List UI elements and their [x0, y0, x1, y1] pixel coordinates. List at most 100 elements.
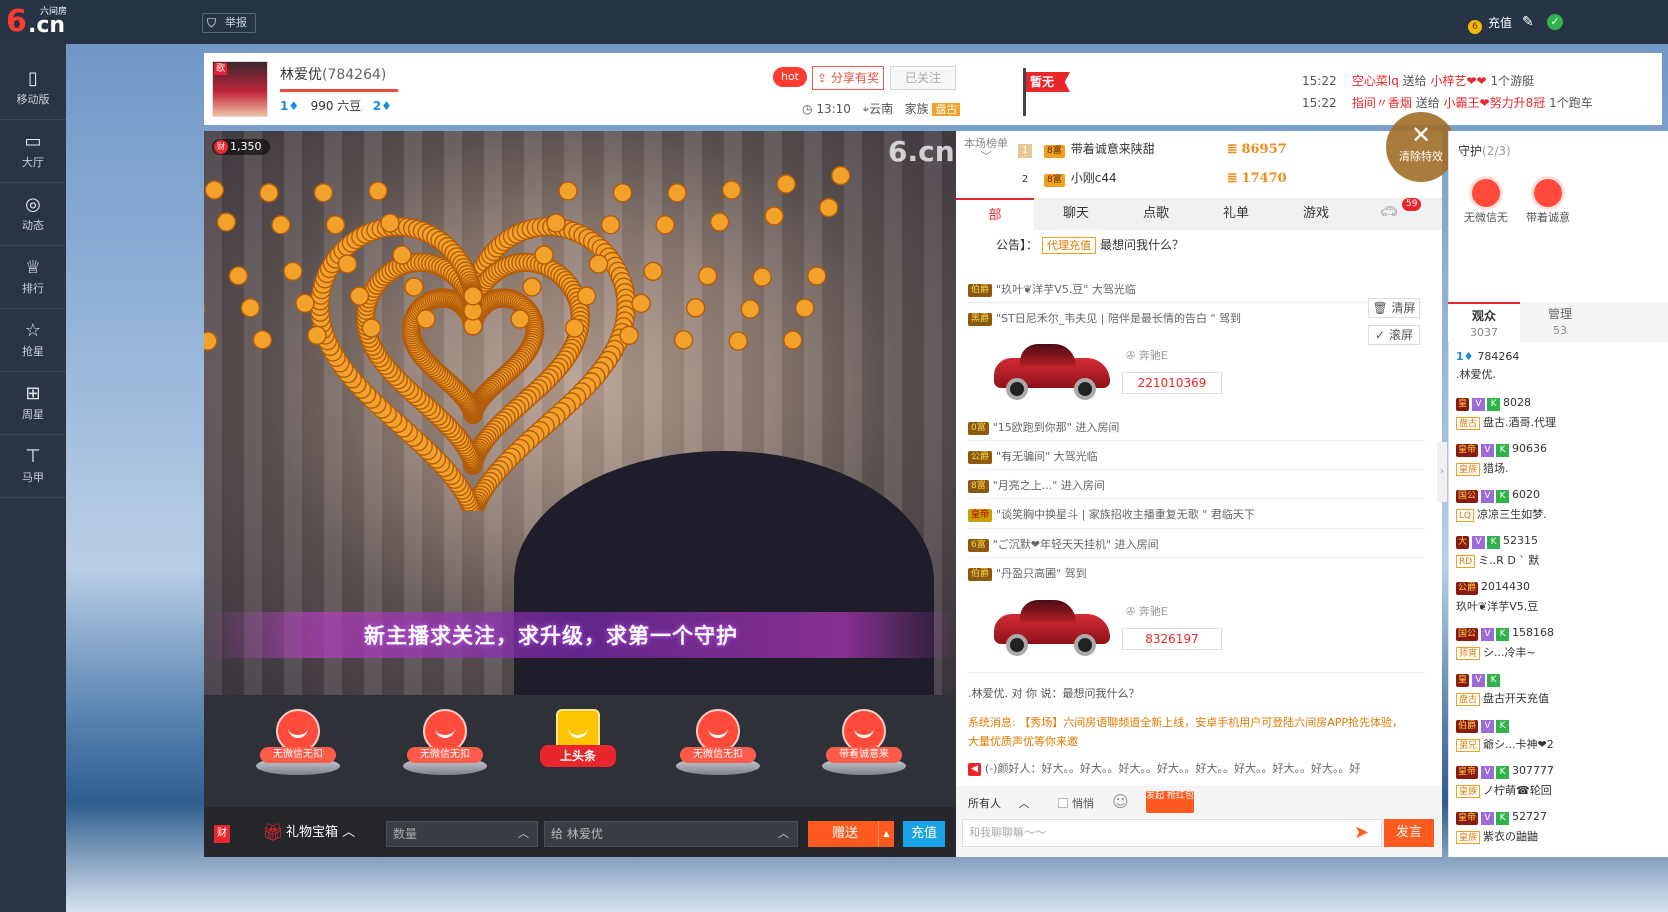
car-owner-id[interactable]: 8326197: [1122, 628, 1222, 650]
caret-up-icon[interactable]: ▲: [878, 821, 894, 847]
car-list-button[interactable]: 🚗︎ 59: [1380, 198, 1426, 224]
report-button[interactable]: ⛉ 举报: [202, 13, 256, 33]
viewer-row[interactable]: 皇 V K 盘古 盘古开天充值: [1456, 672, 1668, 714]
coin-particle: [721, 180, 742, 200]
viewer-row[interactable]: 皇 V K 8028 盘古 盘古.酒哥.代理: [1456, 396, 1668, 438]
viewer-row[interactable]: 皇帝 V K 52727 皇族 紫衣の鼬鼬: [1456, 810, 1668, 852]
guard-item[interactable]: 带着诚意: [1520, 176, 1576, 236]
headline-flag[interactable]: 暂无: [1022, 68, 1072, 118]
divider: [966, 440, 1426, 441]
family-tag[interactable]: 盘古: [932, 103, 961, 116]
shield-icon: ⛉: [207, 16, 217, 30]
collapse-handle[interactable]: ›: [1437, 442, 1447, 502]
avatar[interactable]: 歌: [212, 61, 268, 117]
notice-to[interactable]: 小霸王❤努力升8冠: [1444, 96, 1546, 110]
gift-item[interactable]: 无微信无扣: [250, 703, 346, 795]
check-icon[interactable]: ✓: [1547, 14, 1563, 30]
agent-recharge-tag[interactable]: 代理充值: [1042, 237, 1097, 254]
whisper-checkbox[interactable]: 悄悄: [1058, 795, 1094, 811]
rank-badge: 大: [1456, 536, 1470, 549]
video-coin-count: 1,350: [230, 140, 262, 153]
notice-to[interactable]: 小梓艺❤❤: [1430, 74, 1486, 88]
gift-item[interactable]: 无微信无扣: [670, 703, 766, 795]
coin-particle: [313, 183, 334, 203]
chevron-up-icon[interactable]: ︿: [778, 822, 789, 846]
k-badge-icon: K: [1487, 398, 1501, 411]
notice-from[interactable]: 指间〃香烟: [1352, 96, 1412, 110]
anchor-name-text: 林爱优: [280, 67, 322, 83]
nav-item[interactable]: ▭ 大厅: [0, 121, 66, 183]
viewer-name: 紫衣の鼬鼬: [1483, 830, 1539, 843]
rank-row[interactable]: 2 8富 小刚c44 ≣ 17470: [1018, 169, 1287, 187]
site-logo[interactable]: 6 .cn 六间房: [6, 4, 68, 40]
gift-box-button[interactable]: 🎁︎ 礼物宝箱 ︿: [260, 821, 355, 845]
follow-button[interactable]: 已关注: [890, 66, 956, 90]
recipient-select[interactable]: 给 林爱优 ︿: [544, 821, 798, 847]
scroll-screen-button[interactable]: ✓ 滚屏: [1368, 325, 1420, 345]
nav-item[interactable]: ▯ 移动版: [0, 58, 66, 120]
emoji-icon[interactable]: ☺: [1112, 793, 1130, 811]
viewer-row[interactable]: 公爵 2014430 玖叶❦洋芋V5.豆: [1456, 580, 1668, 622]
chevron-up-icon[interactable]: ︿: [518, 822, 529, 846]
tab-gift-list[interactable]: 礼单: [1196, 198, 1276, 230]
k-badge-icon: K: [1496, 812, 1510, 825]
share-button[interactable]: ⇪ 分享有奖: [812, 66, 884, 90]
notice-from[interactable]: 空心菜lq: [1352, 74, 1399, 88]
viewer-row[interactable]: 大 V K 52315 RD ミ..R D ` 默: [1456, 534, 1668, 576]
car-icon: 🚗︎: [1380, 204, 1398, 220]
nav-item[interactable]: ⊞ 周星: [0, 373, 66, 435]
gift-item[interactable]: 带着诚意来: [816, 703, 912, 795]
nav-item[interactable]: ⊤ 马甲: [0, 436, 66, 498]
audience-select[interactable]: 所有人 ︿: [968, 795, 1029, 811]
vip-icon: V: [1481, 720, 1495, 733]
coin-particle: [228, 266, 249, 286]
nav-item[interactable]: ♕ 排行: [0, 247, 66, 309]
viewer-row[interactable]: 皇帝 V K 90636 皇族 猎场.: [1456, 442, 1668, 484]
edit-icon[interactable]: ✎: [1522, 14, 1538, 30]
nav-item[interactable]: ◎ 动态: [0, 184, 66, 246]
recharge-button[interactable]: 充值: [903, 821, 945, 847]
checkbox[interactable]: [1058, 798, 1068, 808]
wealth-icon[interactable]: 财: [214, 825, 230, 843]
anchor-time: 13:10: [816, 102, 851, 116]
coin-particle: [655, 215, 675, 235]
chat-input[interactable]: 和我聊聊嘛～～: [962, 819, 1382, 847]
viewer-row[interactable]: 国公 V K 6020 LQ 凉凉三生如梦.: [1456, 488, 1668, 530]
guard-item[interactable]: 无微信无: [1458, 176, 1514, 236]
chat-message: 伯爵 "丹盈只高圃" 驾到: [968, 565, 1087, 581]
logo-six: 6: [6, 4, 27, 39]
anchor-name[interactable]: 林爱优(784264): [280, 64, 386, 84]
send-button[interactable]: 发言: [1384, 819, 1434, 847]
nav-item[interactable]: ☆ 抢星: [0, 310, 66, 372]
rank-toggle[interactable]: 本场榜单 ﹀: [962, 137, 1010, 181]
rank-row[interactable]: 1 8富 带着诚意来陕甜 ≣ 86957: [1018, 140, 1287, 158]
tab-songs[interactable]: 点歌: [1116, 198, 1196, 230]
viewer-row[interactable]: 伯爵 V K 弟兄 爺シ...卡神❤2: [1456, 718, 1668, 760]
paper-plane-icon[interactable]: ➤: [1354, 823, 1374, 843]
quantity-input[interactable]: 数量 ︿: [386, 821, 538, 847]
compass-icon: ◎: [25, 194, 41, 215]
tab-chat[interactable]: 聊天: [1036, 198, 1116, 230]
viewer-row[interactable]: 国公 V K 158168 师宵 シ...冷丰~: [1456, 626, 1668, 668]
avatar-tag: 歌: [214, 63, 228, 75]
viewer-row[interactable]: 皇帝 V K 307777 皇族 ノ柠萌☎轮回: [1456, 764, 1668, 806]
nav-label: 抢星: [22, 345, 44, 358]
tab-admins[interactable]: 管理 53: [1520, 302, 1600, 342]
car-owner-id[interactable]: 221010369: [1122, 372, 1222, 394]
clear-screen-button[interactable]: 🗑︎ 清屏: [1368, 298, 1420, 318]
give-button[interactable]: 赠送 ▲: [808, 821, 894, 847]
gift-item[interactable]: 无微信无扣: [397, 703, 493, 795]
rank-badge: 0富: [968, 422, 989, 435]
top-recharge-link[interactable]: 6 充值: [1468, 13, 1512, 34]
tab-games[interactable]: 游戏: [1276, 198, 1356, 230]
red-packet-button[interactable]: 发起 抢红包: [1146, 791, 1194, 813]
rank-badge: 皇: [1456, 674, 1470, 687]
family-tag: LQ: [1456, 509, 1475, 522]
tab-public[interactable]: 部: [956, 198, 1034, 230]
k-badge-icon: K: [1496, 720, 1510, 733]
viewer-id: 784264: [1477, 350, 1520, 363]
viewer-row[interactable]: 1♦ 784264 .林爱优.: [1456, 350, 1668, 392]
gift-item-headline[interactable]: 上头条: [530, 703, 626, 795]
tab-audience[interactable]: 观众 3037: [1448, 302, 1520, 342]
clear-effects-button[interactable]: ✕ 清除特效: [1386, 112, 1456, 182]
